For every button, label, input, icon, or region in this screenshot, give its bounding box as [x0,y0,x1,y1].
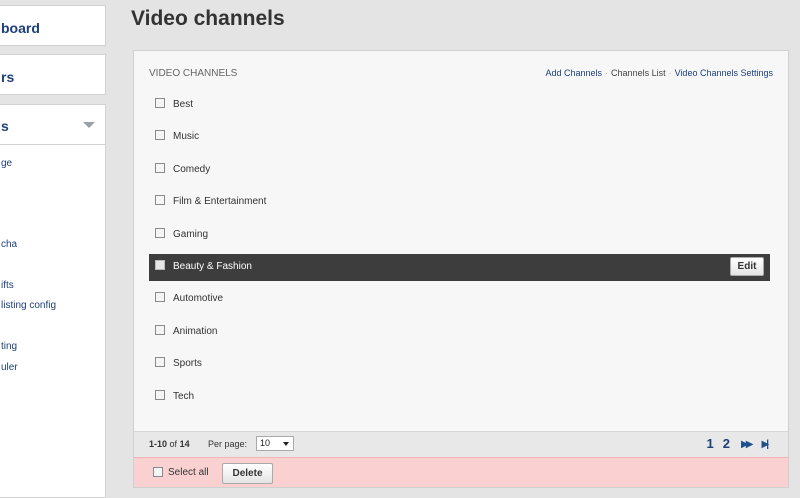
channels-list-link[interactable]: Channels List [611,68,666,78]
list-item-active[interactable]: Beauty & Fashion Edit [149,253,770,281]
per-page-label: Per page: [208,439,248,449]
pagination-bar: 1-10 of 14 Per page: 10 1 2 ▶▶ ▶| [134,431,788,457]
submenu-link[interactable]: ifts [1,280,14,291]
result-range: 1-10 [149,439,168,449]
row-checkbox[interactable] [155,292,165,303]
page-2-link[interactable]: 2 [723,436,730,451]
link-separator: · [668,68,672,78]
per-page-select[interactable]: 10 [256,436,294,451]
submenu-link[interactable]: listing config [1,300,56,311]
row-checkbox[interactable] [155,324,165,335]
channel-name: Comedy [173,163,211,175]
dropdown-arrow-icon [283,442,289,446]
sidebar-item-dashboard[interactable]: board [0,5,106,46]
submenu-link[interactable]: cha [1,239,17,250]
channel-name: Sports [173,358,202,370]
channels-panel: VIDEO CHANNELS Add Channels · Channels Lis… [133,50,789,488]
row-checkbox[interactable] [155,227,165,238]
channel-name: Film & Entertainment [173,196,267,208]
list-item[interactable]: Music [149,124,770,151]
channel-name: Gaming [173,228,209,240]
sidebar-item-label: s [1,118,9,134]
submenu-link[interactable]: uler [1,362,18,373]
per-page-value: 10 [260,438,271,448]
sidebar-submenu: ge cha ifts listing config ting uler [0,145,106,498]
list-item[interactable]: Best [149,92,770,119]
channel-name: Beauty & Fashion [173,260,252,272]
page-title: Video channels [131,7,285,30]
list-item[interactable]: Tech [149,384,770,411]
result-count: 1-10 of 14 [149,439,190,449]
row-checkbox[interactable] [155,162,165,173]
channel-name: Animation [173,325,218,337]
sidebar-item-users[interactable]: rs [0,54,106,95]
panel-links: Add Channels · Channels List · Video Channel… [546,68,774,78]
select-all-label: Select all [168,467,209,478]
row-checkbox[interactable] [155,357,165,368]
select-all-checkbox[interactable] [153,467,163,477]
result-total: 14 [179,439,190,449]
list-item[interactable]: Gaming [149,222,770,249]
fast-forward-icon[interactable]: ▶▶ [741,439,754,450]
channel-name: Best [173,99,194,110]
row-checkbox[interactable] [155,130,165,141]
panel-heading: VIDEO CHANNELS [149,68,238,79]
list-item[interactable]: Film & Entertainment [149,189,770,216]
channel-name: Automotive [173,293,224,305]
edit-button[interactable]: Edit [730,256,764,276]
row-checkbox[interactable] [155,389,165,400]
delete-button[interactable]: Delete [222,463,273,484]
add-channels-link[interactable]: Add Channels [546,68,603,78]
submenu-link[interactable]: ting [1,341,17,352]
channel-name: Tech [173,390,195,402]
list-item[interactable]: Comedy [149,157,770,184]
bulk-action-bar: Select all Delete [134,457,788,487]
list-item[interactable]: Sports [149,351,770,378]
row-checkbox[interactable] [155,259,165,270]
row-checkbox[interactable] [155,98,165,108]
result-of-label: of [169,439,178,449]
channel-name: Music [173,131,200,143]
page-1-link[interactable]: 1 [706,436,713,451]
sidebar-item-label: rs [1,69,15,85]
sidebar-item-label: board [1,20,40,36]
link-separator: · [605,68,609,78]
row-checkbox[interactable] [155,195,165,206]
sidebar: board rs s ge cha ifts listing config ti… [0,0,108,498]
submenu-link[interactable]: ge [1,158,12,169]
list-item[interactable]: Automotive [149,286,770,313]
skip-to-last-icon[interactable]: ▶| [762,439,769,450]
list-item[interactable]: Animation [149,319,770,346]
channel-list: Best Music Comedy Film & Entertainment G… [149,92,770,416]
video-channels-settings-link[interactable]: Video Channels Settings [675,68,773,78]
page-links: 1 2 ▶▶ ▶| [700,436,769,451]
sidebar-item-settings[interactable]: s [0,104,106,145]
chevron-down-icon [83,122,95,128]
